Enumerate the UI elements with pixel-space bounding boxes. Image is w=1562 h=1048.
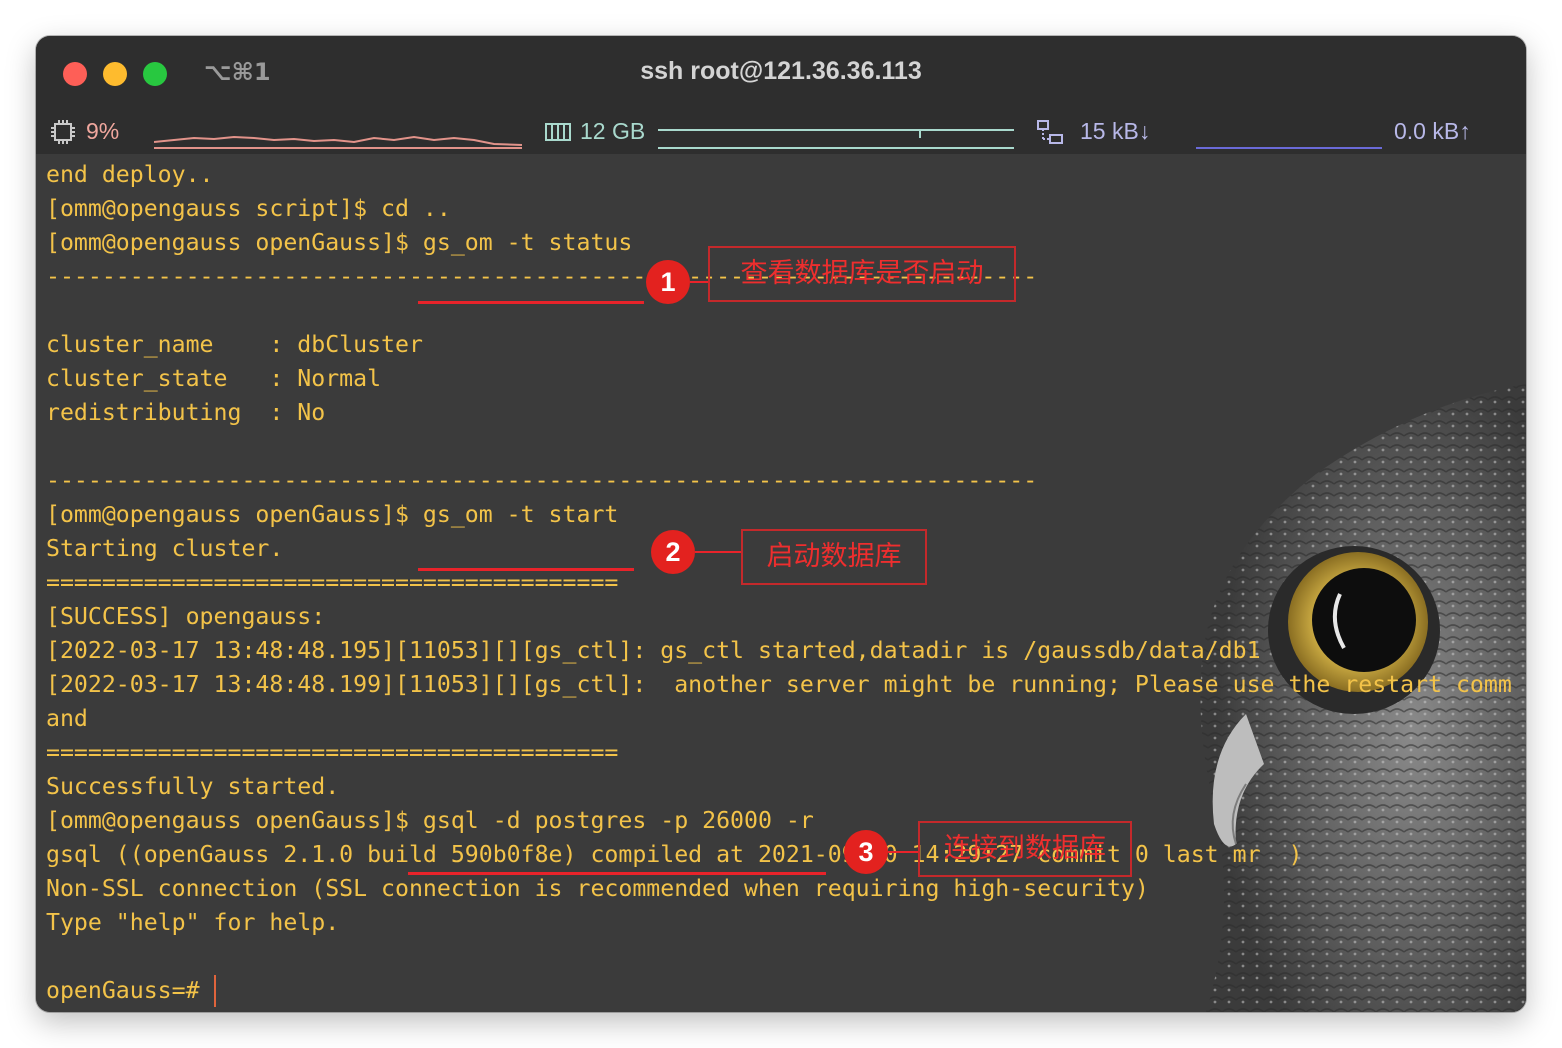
annotation-3-connector [888,851,918,853]
terminal-line: and [46,705,88,732]
memory-usage: 12 GB [580,118,646,144]
terminal-cursor [214,975,216,1007]
title-bar: ⌥⌘1 ssh root@121.36.36.113 [36,36,1526,112]
cpu-icon [51,120,75,144]
annotation-3-badge: 3 [844,830,888,874]
terminal-line: end deploy.. [46,161,214,188]
terminal-line: cluster_name : dbCluster [46,331,423,358]
network-sparkline [1196,147,1382,149]
owl-background-image [1200,384,1526,1012]
annotation-2-connector [695,551,741,553]
terminal-line: Non-SSL connection (SSL connection is re… [46,875,1149,902]
network-upload: 0.0 kB↑ [1394,118,1471,144]
annotation-2-badge: 2 [651,530,695,574]
terminal-line: [omm@opengauss openGauss]$ gs_om -t star… [46,501,619,528]
terminal-line: [omm@opengauss openGauss]$ gs_om -t stat… [46,229,633,256]
terminal-output[interactable]: end deploy.. [omm@opengauss script]$ cd .… [36,154,1526,1012]
terminal-line: [2022-03-17 13:48:48.199][11053][][gs_ct… [46,671,1512,698]
network-icon [1037,120,1063,144]
network-download: 15 kB↓ [1080,118,1151,144]
status-bar: 9% 12 GB 15 kB↓ 0.0 kB↑ [36,112,1526,154]
terminal-line: redistributing : No [46,399,326,426]
terminal-window: ⌥⌘1 ssh root@121.36.36.113 9% 12 GB 15 k… [36,36,1526,1012]
terminal-line: Starting cluster. [46,535,284,562]
annotation-1-label: 查看数据库是否启动 [708,246,1016,302]
terminal-line: ========================================… [46,569,619,596]
terminal-line: cluster_state : Normal [46,365,382,392]
terminal-line: ----------------------------------------… [46,467,1038,494]
annotation-2-label: 启动数据库 [741,529,927,585]
terminal-line: [omm@opengauss script]$ cd .. [46,195,451,222]
terminal-line: [omm@opengauss openGauss]$ gsql -d postg… [46,807,814,834]
annotation-3-label: 连接到数据库 [918,821,1132,877]
memory-sparkline [658,129,1014,149]
terminal-line: Type "help" for help. [46,909,340,936]
annotation-1-badge: 1 [646,260,690,304]
cpu-usage: 9% [86,118,120,144]
annotation-2-underline [418,568,634,571]
annotation-1-underline [418,301,644,304]
terminal-line: Successfully started. [46,773,340,800]
terminal-line: openGauss=# [46,977,214,1004]
terminal-line: [SUCCESS] opengauss: [46,603,326,630]
annotation-1-connector [690,281,708,283]
terminal-line: [2022-03-17 13:48:48.195][11053][][gs_ct… [46,637,1261,664]
annotation-3-underline [408,872,826,875]
terminal-line: ========================================… [46,739,619,766]
window-title: ssh root@121.36.36.113 [640,57,922,85]
cpu-sparkline [154,135,522,149]
memory-icon [545,123,571,141]
